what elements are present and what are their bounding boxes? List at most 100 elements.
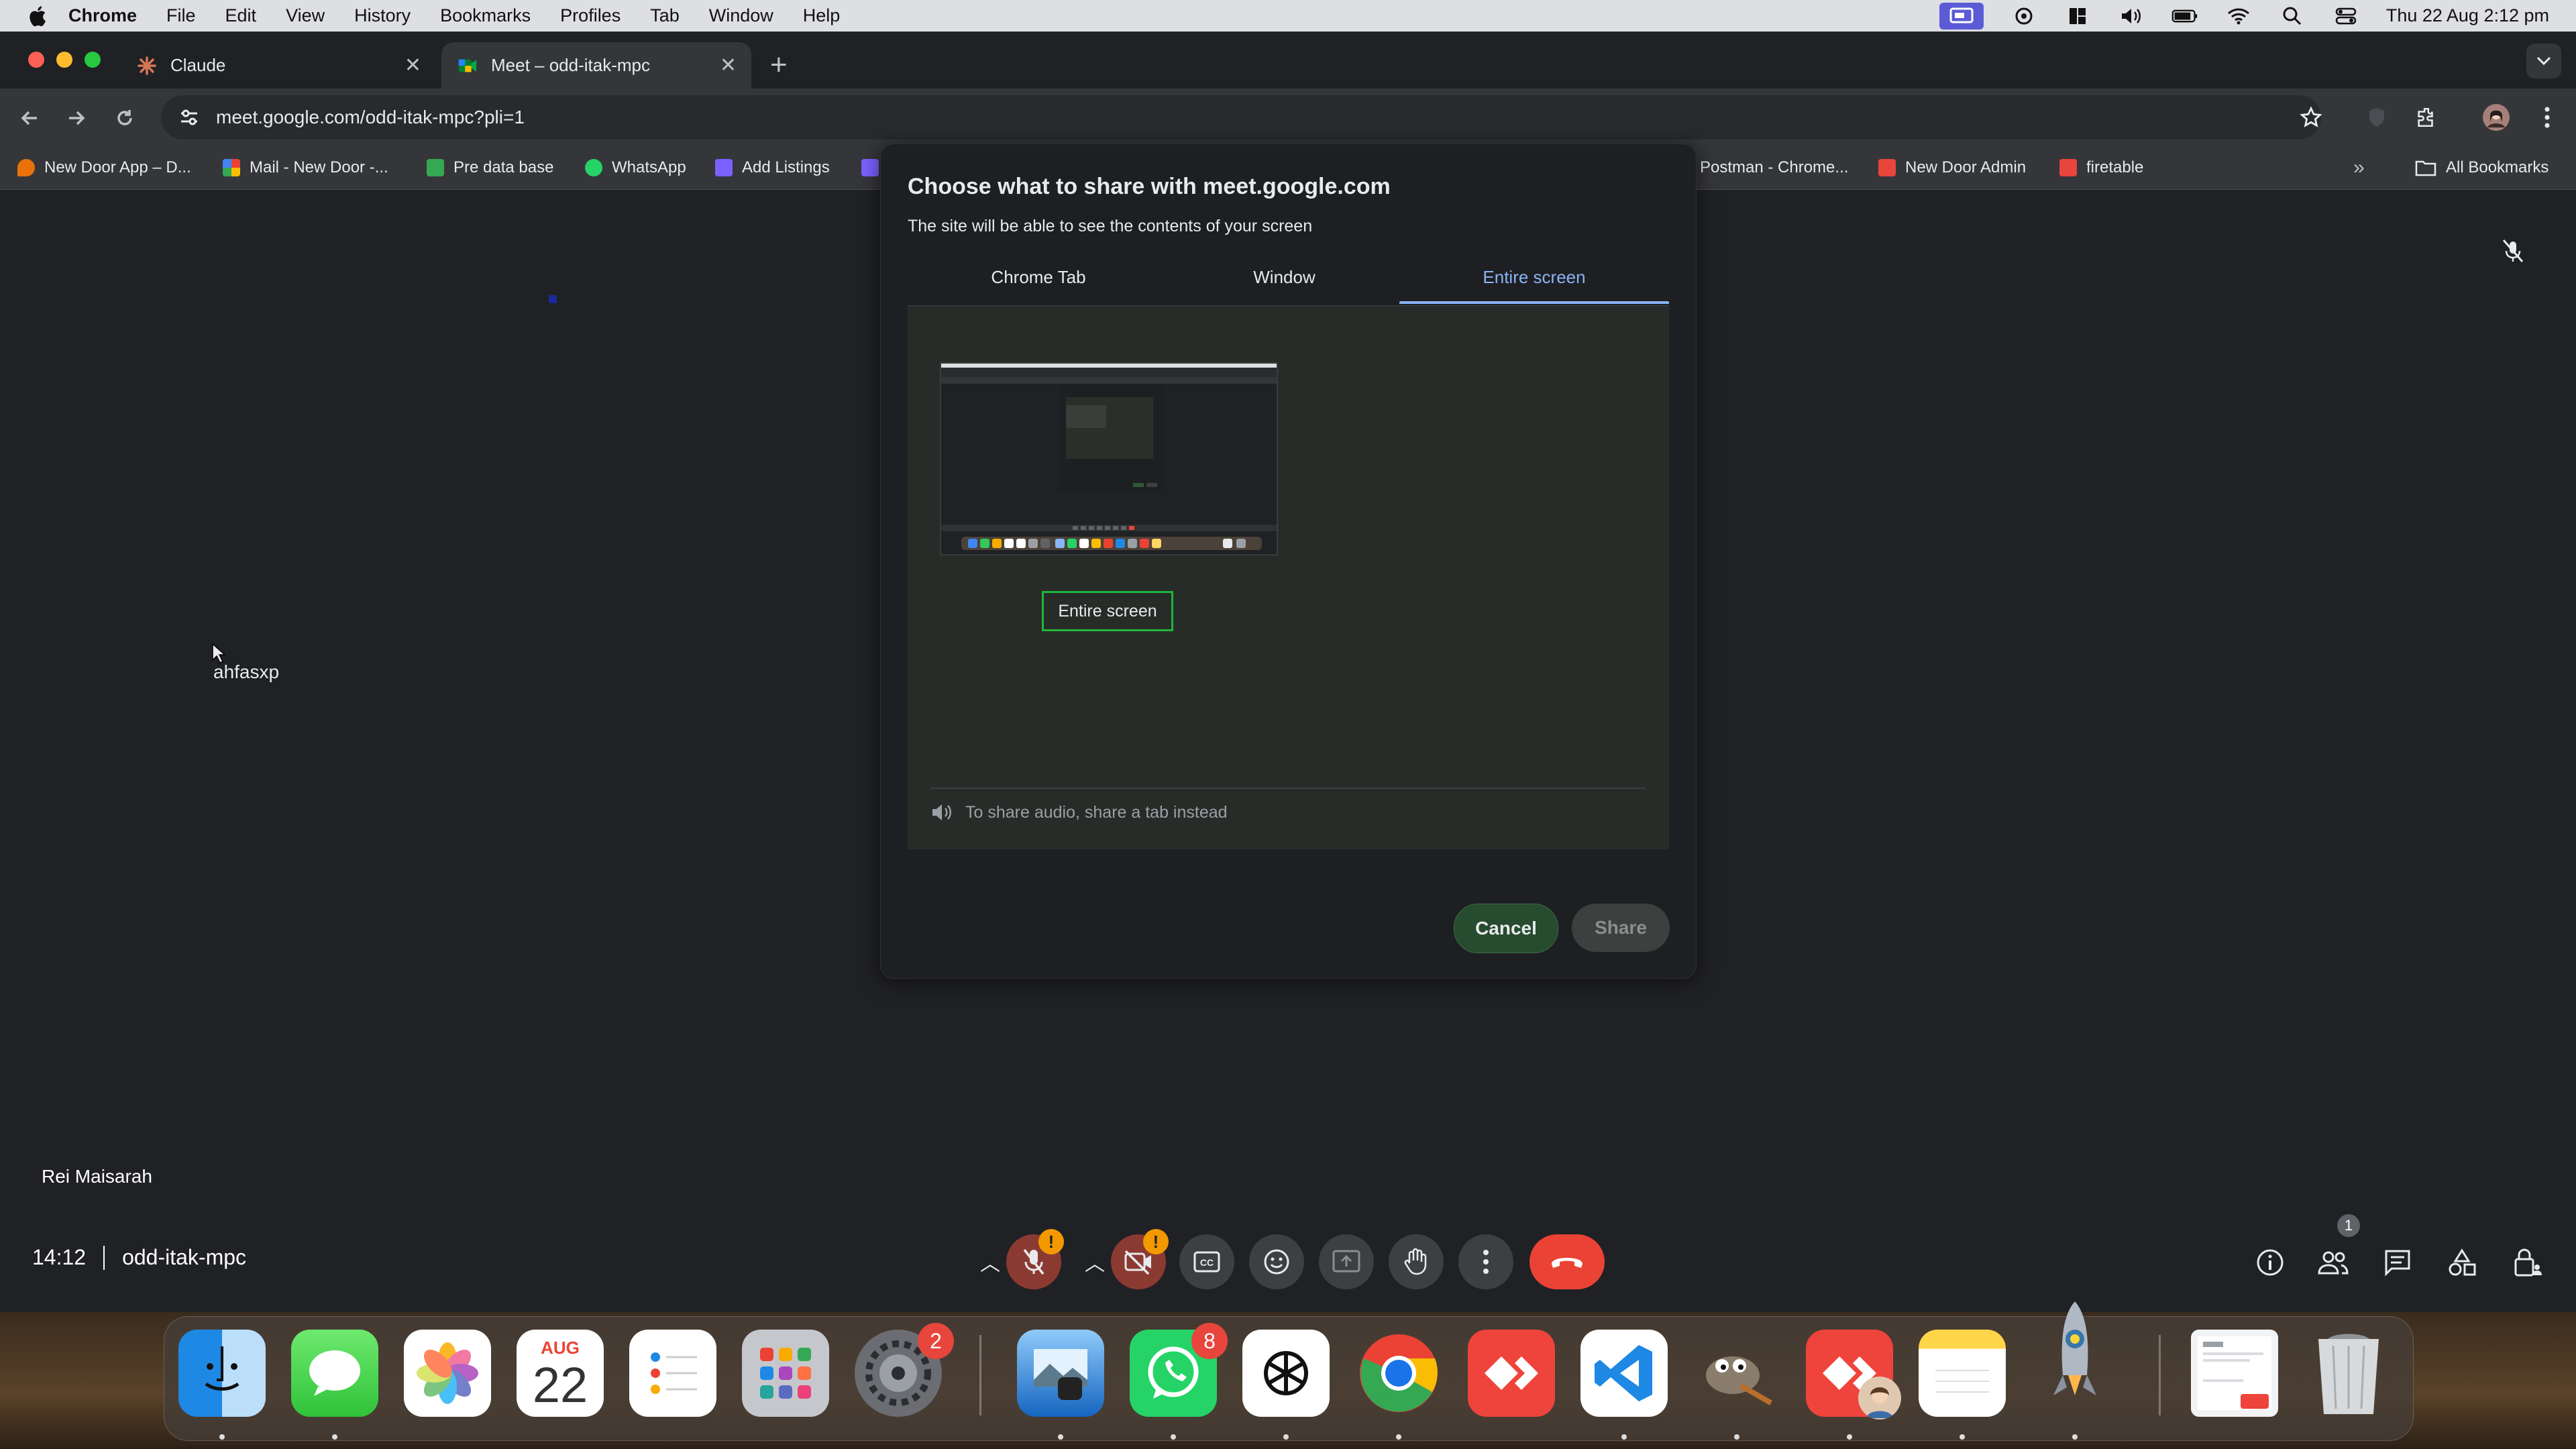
menu-file[interactable]: File xyxy=(166,5,196,26)
address-bar[interactable]: meet.google.com/odd-itak-mpc?pli=1 xyxy=(161,95,2321,140)
control-center-icon[interactable] xyxy=(2332,6,2359,26)
apple-logo-icon[interactable] xyxy=(25,3,51,29)
raise-hand-button[interactable] xyxy=(1389,1234,1444,1289)
close-window-button[interactable] xyxy=(28,52,44,68)
tab-title: Meet – odd-itak-mpc xyxy=(491,55,650,75)
tab-entire-screen[interactable]: Entire screen xyxy=(1399,252,1669,303)
dock-calendar[interactable]: AUG 22 xyxy=(517,1330,604,1417)
dock-trash[interactable] xyxy=(2305,1330,2392,1417)
profile-avatar[interactable] xyxy=(2481,102,2512,133)
bookmark-item[interactable]: firetable xyxy=(2059,156,2143,180)
video-options-button[interactable]: ︿ xyxy=(1081,1245,1108,1279)
dock-launchpad[interactable] xyxy=(742,1330,829,1417)
extensions-button[interactable] xyxy=(2411,102,2442,133)
dock-anydesk[interactable] xyxy=(1468,1330,1555,1417)
menu-tab[interactable]: Tab xyxy=(650,5,680,26)
people-button[interactable] xyxy=(2316,1245,2351,1280)
window-manager-icon[interactable] xyxy=(2064,6,2091,26)
extension-shield-button[interactable] xyxy=(2361,102,2392,133)
dock-messages[interactable] xyxy=(291,1330,378,1417)
dock-photos[interactable] xyxy=(404,1330,491,1417)
reload-button[interactable] xyxy=(110,103,140,133)
dock-reminders[interactable] xyxy=(629,1330,716,1417)
meeting-info: 14:12 odd-itak-mpc xyxy=(32,1245,246,1270)
svg-text:CC: CC xyxy=(1200,1257,1214,1268)
share-button[interactable]: Share xyxy=(1572,904,1670,952)
tab-meet[interactable]: Meet – odd-itak-mpc ✕ xyxy=(441,42,751,89)
dock-gimp[interactable] xyxy=(1693,1330,1780,1417)
all-bookmarks-button[interactable]: All Bookmarks xyxy=(2415,156,2548,180)
menu-edit[interactable]: Edit xyxy=(225,5,257,26)
battery-icon[interactable] xyxy=(2171,6,2198,26)
microsoft-logo-icon xyxy=(223,159,240,176)
menu-help[interactable]: Help xyxy=(803,5,841,26)
menubar-clock[interactable]: Thu 22 Aug 2:12 pm xyxy=(2386,5,2549,26)
host-controls-button[interactable] xyxy=(2510,1245,2545,1280)
meeting-details-button[interactable] xyxy=(2253,1245,2288,1280)
tab-search-button[interactable] xyxy=(2526,44,2561,78)
dock-notes[interactable] xyxy=(1919,1330,2006,1417)
bookmark-item[interactable]: Pre data base xyxy=(427,156,553,180)
minimize-window-button[interactable] xyxy=(56,52,72,68)
info-icon xyxy=(2257,1249,2284,1276)
user-avatar-overlay xyxy=(1858,1377,1901,1419)
volume-icon[interactable] xyxy=(2118,6,2145,26)
chevron-up-icon: ︿ xyxy=(980,1253,1000,1275)
tab-title: Claude xyxy=(170,55,226,75)
entire-screen-thumbnail[interactable] xyxy=(940,362,1278,555)
wifi-icon[interactable] xyxy=(2225,6,2252,26)
bookmark-item[interactable]: WhatsApp xyxy=(585,156,686,180)
bookmark-item[interactable]: Postman - Chrome... xyxy=(1700,156,1848,180)
reactions-button[interactable] xyxy=(1249,1234,1304,1289)
more-options-button[interactable] xyxy=(1458,1234,1513,1289)
dock-chatgpt[interactable] xyxy=(1242,1330,1330,1417)
forward-button[interactable] xyxy=(62,103,91,133)
zoom-window-button[interactable] xyxy=(85,52,101,68)
reminders-icon xyxy=(651,1352,697,1394)
chrome-menu-button[interactable] xyxy=(2532,102,2563,133)
tab-claude[interactable]: Claude ✕ xyxy=(121,42,436,89)
bookmark-star-button[interactable] xyxy=(2296,102,2326,133)
entire-screen-source-label[interactable]: Entire screen xyxy=(1042,591,1173,631)
kebab-menu-icon xyxy=(2544,107,2550,128)
menu-history[interactable]: History xyxy=(354,5,411,26)
chatgpt-menu-icon[interactable] xyxy=(2010,6,2037,26)
spotlight-search-icon[interactable] xyxy=(2279,6,2306,26)
running-indicator xyxy=(332,1434,337,1440)
close-tab-icon[interactable]: ✕ xyxy=(405,54,421,77)
bookmark-item[interactable]: New Door Admin xyxy=(1878,156,2026,180)
stray-text: ahfasxp xyxy=(213,661,280,682)
bookmark-item[interactable]: Add Listings xyxy=(715,156,830,180)
dock-recent-document[interactable] xyxy=(2191,1330,2278,1417)
back-button[interactable] xyxy=(15,103,44,133)
menu-bookmarks[interactable]: Bookmarks xyxy=(440,5,531,26)
tab-chrome-tab[interactable]: Chrome Tab xyxy=(908,252,1169,303)
more-bookmarks-button[interactable]: » xyxy=(2353,156,2365,180)
present-screen-button[interactable] xyxy=(1319,1234,1374,1289)
activities-button[interactable] xyxy=(2445,1245,2479,1280)
captions-button[interactable]: CC xyxy=(1179,1234,1234,1289)
menu-profiles[interactable]: Profiles xyxy=(560,5,621,26)
menu-view[interactable]: View xyxy=(286,5,325,26)
url-text: meet.google.com/odd-itak-mpc?pli=1 xyxy=(216,107,525,127)
tab-window[interactable]: Window xyxy=(1169,252,1399,303)
menu-window[interactable]: Window xyxy=(709,5,773,26)
calendar-month: AUG xyxy=(541,1337,580,1358)
leave-call-button[interactable] xyxy=(1529,1234,1605,1289)
bookmark-item[interactable]: Mail - New Door -... xyxy=(223,156,388,180)
dock-python-launcher[interactable] xyxy=(2031,1299,2118,1417)
cancel-button[interactable]: Cancel xyxy=(1454,904,1558,953)
dock-preview[interactable] xyxy=(1017,1330,1104,1417)
new-tab-button[interactable]: + xyxy=(770,45,788,85)
screen-share-status-icon[interactable] xyxy=(1939,2,1984,30)
dock-chrome[interactable] xyxy=(1355,1330,1442,1417)
bookmark-item[interactable]: New Door App – D... xyxy=(17,156,191,180)
menu-app-name[interactable]: Chrome xyxy=(68,5,137,26)
chat-button[interactable] xyxy=(2380,1245,2415,1280)
dock-vscode[interactable] xyxy=(1580,1330,1668,1417)
audio-options-button[interactable]: ︿ xyxy=(977,1245,1004,1279)
site-settings-icon[interactable] xyxy=(178,107,200,128)
dock-finder[interactable] xyxy=(178,1330,266,1417)
list-icon xyxy=(861,159,879,176)
close-tab-icon[interactable]: ✕ xyxy=(720,54,737,77)
